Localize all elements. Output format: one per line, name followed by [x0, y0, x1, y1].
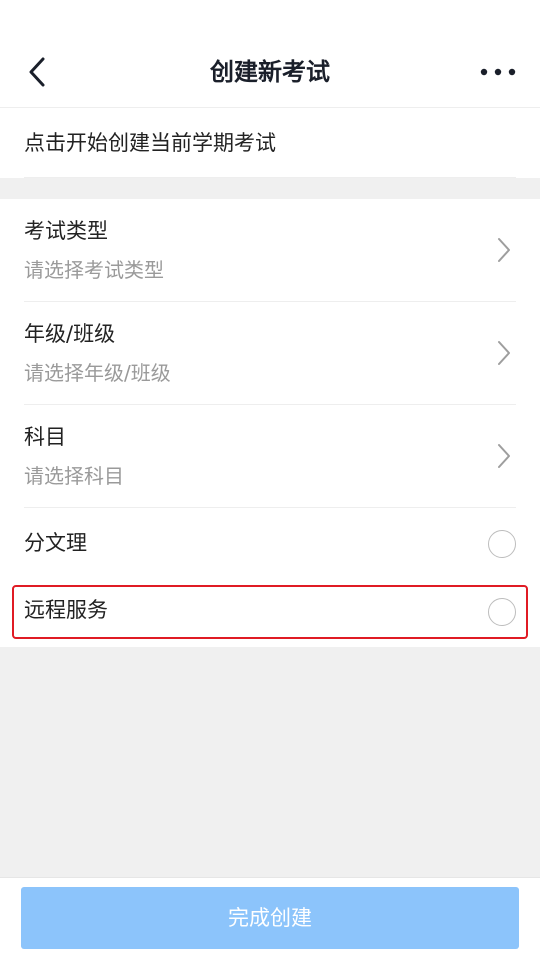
remote-service-label: 远程服务 [24, 598, 108, 622]
remote-service-row[interactable]: 远程服务 [0, 578, 540, 647]
exam-type-placeholder: 请选择考试类型 [24, 258, 164, 282]
arts-science-row[interactable]: 分文理 [0, 508, 540, 578]
exam-type-label: 考试类型 [24, 219, 108, 243]
chevron-right-icon [498, 238, 510, 262]
subject-label: 科目 [24, 425, 66, 449]
more-button[interactable] [478, 56, 518, 88]
exam-type-row[interactable]: 考试类型 请选择考试类型 [0, 199, 540, 302]
grade-class-placeholder: 请选择年级/班级 [24, 361, 171, 385]
exam-form: 考试类型 请选择考试类型 年级/班级 请选择年级/班级 科目 请选择科目 分文理… [0, 199, 540, 647]
bottom-bar: 完成创建 [0, 877, 540, 960]
grade-class-row[interactable]: 年级/班级 请选择年级/班级 [0, 302, 540, 405]
complete-create-button[interactable]: 完成创建 [21, 887, 519, 949]
subject-row[interactable]: 科目 请选择科目 [0, 405, 540, 508]
divider [24, 177, 516, 178]
chevron-right-icon [498, 444, 510, 468]
hint-section: 点击开始创建当前学期考试 [0, 108, 540, 178]
remote-service-radio[interactable] [488, 598, 516, 626]
chevron-right-icon [498, 341, 510, 365]
subject-placeholder: 请选择科目 [24, 464, 124, 488]
arts-science-radio[interactable] [488, 530, 516, 558]
arts-science-label: 分文理 [24, 531, 87, 555]
top-bar: 创建新考试 [0, 0, 540, 108]
hint-text: 点击开始创建当前学期考试 [24, 131, 276, 155]
grade-class-label: 年级/班级 [24, 322, 116, 346]
page-title: 创建新考试 [210, 58, 330, 86]
more-horizontal-icon [480, 68, 516, 76]
